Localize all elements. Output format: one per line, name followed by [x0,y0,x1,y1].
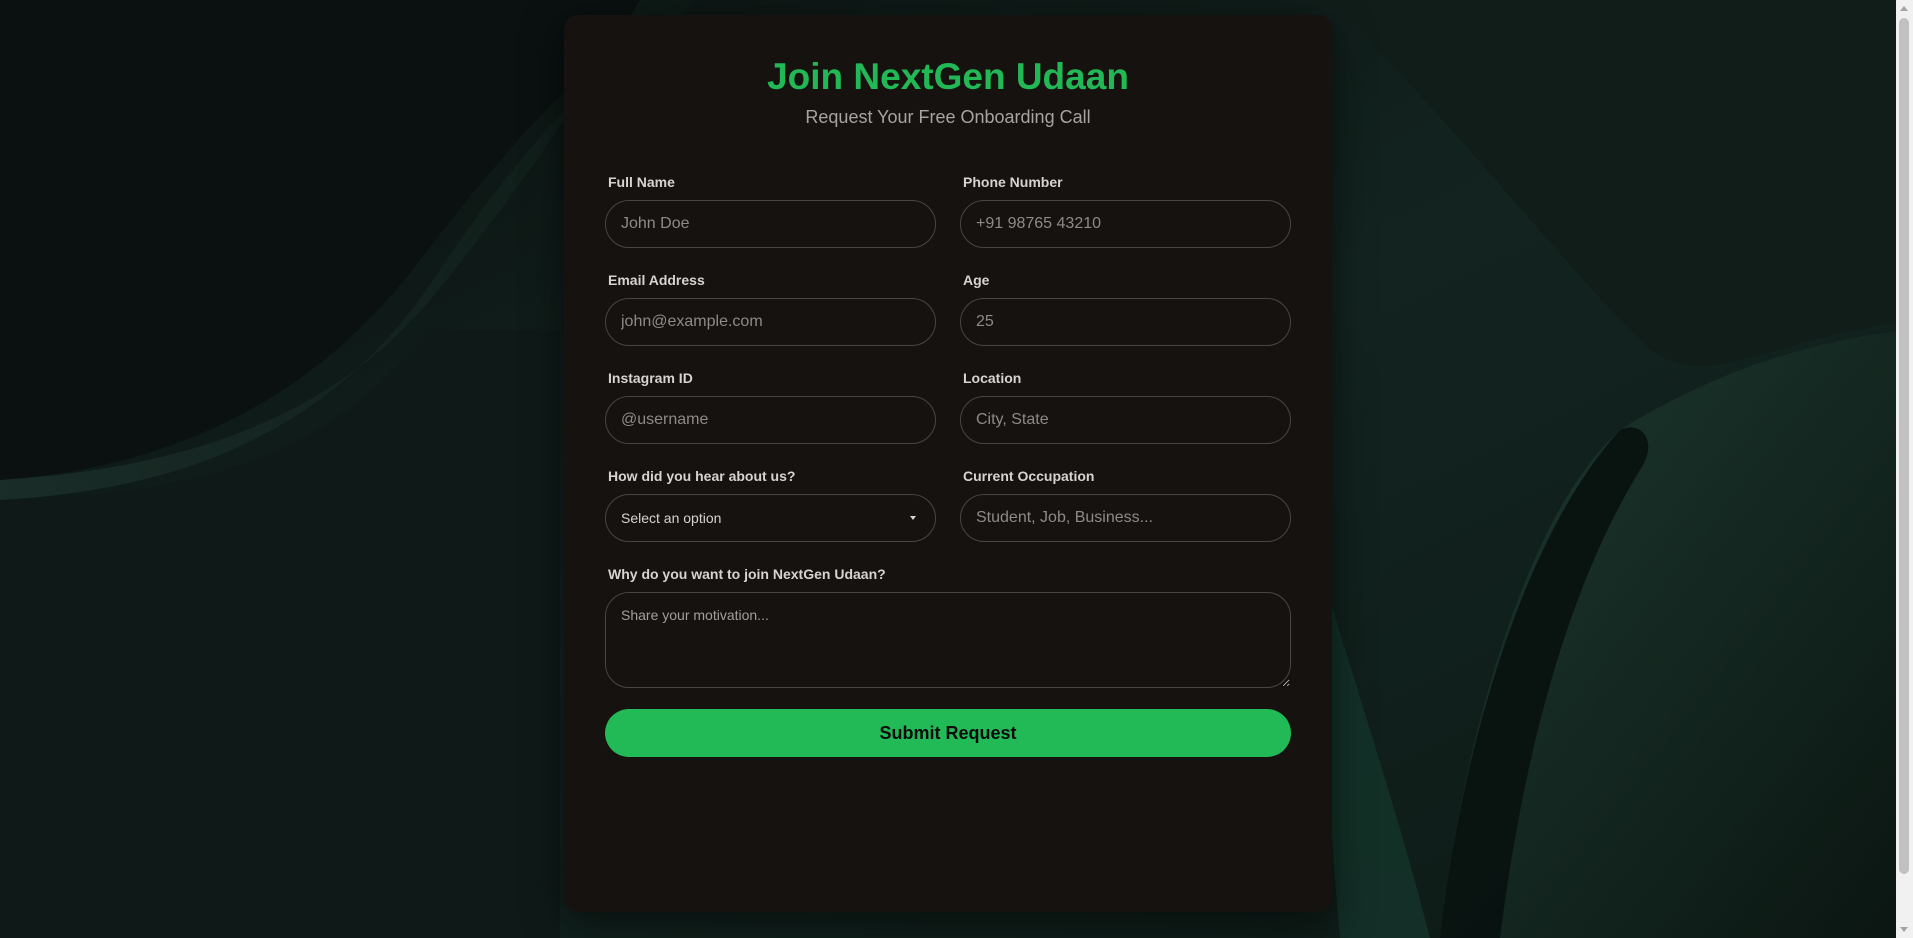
submit-row: Submit Request [605,709,1291,758]
full-name-field: Full Name [605,174,936,249]
full-name-label: Full Name [608,174,675,191]
email-input[interactable] [605,298,936,347]
scroll-up-arrow-icon[interactable] [1900,6,1908,11]
scroll-down-arrow-icon[interactable] [1900,927,1908,932]
instagram-input[interactable] [605,396,936,445]
page-subtitle: Request Your Free Onboarding Call [805,107,1091,128]
source-field: How did you hear about us? Select an opt… [605,468,936,543]
scrollbar-thumb[interactable] [1899,18,1909,874]
instagram-label: Instagram ID [608,370,693,387]
onboarding-form-card: Join NextGen Udaan Request Your Free Onb… [564,15,1332,912]
instagram-field: Instagram ID [605,370,936,445]
phone-label: Phone Number [963,174,1063,191]
scrollbar[interactable] [1896,0,1913,938]
source-label: How did you hear about us? [608,468,796,485]
source-select[interactable]: Select an option [605,494,936,543]
motivation-textarea[interactable] [605,592,1291,689]
age-label: Age [963,272,990,289]
onboarding-form: Full Name Phone Number Email Address Age… [605,174,1291,758]
submit-button[interactable]: Submit Request [605,709,1291,758]
motivation-field: Why do you want to join NextGen Udaan? [605,566,1291,693]
age-input[interactable] [960,298,1291,347]
occupation-label: Current Occupation [963,468,1095,485]
location-field: Location [960,370,1291,445]
page-title: Join NextGen Udaan [767,56,1129,97]
motivation-label: Why do you want to join NextGen Udaan? [608,566,886,583]
phone-field: Phone Number [960,174,1291,249]
source-select-value: Select an option [621,510,722,527]
age-field: Age [960,272,1291,347]
full-name-input[interactable] [605,200,936,249]
occupation-field: Current Occupation [960,468,1291,543]
email-field: Email Address [605,272,936,347]
location-input[interactable] [960,396,1291,445]
location-label: Location [963,370,1022,387]
chevron-down-icon [910,516,916,521]
phone-input[interactable] [960,200,1291,249]
occupation-input[interactable] [960,494,1291,543]
email-label: Email Address [608,272,705,289]
